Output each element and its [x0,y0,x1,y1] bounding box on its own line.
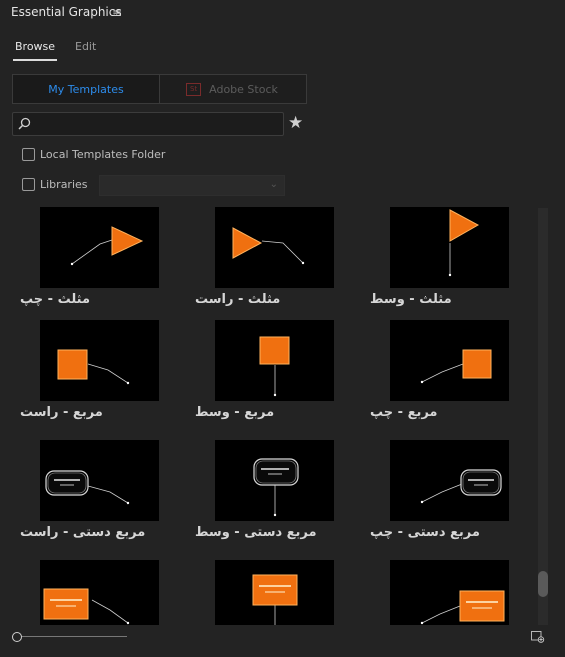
template-thumbnail[interactable] [40,320,159,401]
template-thumbnail[interactable] [40,207,159,288]
active-tab-indicator [13,59,57,61]
thumbnail-size-slider[interactable] [22,636,127,637]
template-name: مثلث - چپ [20,292,91,307]
local-templates-label: Local Templates Folder [40,148,166,161]
template-thumbnail[interactable] [390,560,509,625]
panel-title: Essential Graphics [11,5,122,19]
template-thumbnail[interactable] [215,207,334,288]
scrollbar-thumb[interactable] [538,571,548,597]
template-name: مربع - وسط [195,405,275,420]
template-name: مثلث - وسط [370,292,452,307]
grid-scrollbar[interactable] [538,208,548,625]
template-thumbnail[interactable] [40,440,159,521]
tab-edit[interactable]: Edit [75,40,96,53]
search-icon [18,117,31,130]
local-templates-checkbox[interactable] [22,148,35,161]
template-name: مربع دستی - چپ [370,525,480,540]
template-thumbnail[interactable] [40,560,159,625]
template-name: مربع دستی - راست [20,525,146,540]
my-templates-button[interactable]: My Templates [12,74,160,104]
template-thumbnail[interactable] [390,320,509,401]
template-thumbnail[interactable] [215,560,334,625]
tab-browse[interactable]: Browse [15,40,55,53]
adobe-stock-icon: St [186,82,202,96]
panel-menu-icon[interactable]: ≡ [112,6,122,20]
search-field[interactable] [12,112,284,136]
template-name: مربع - چپ [370,405,438,420]
new-layer-icon[interactable] [531,631,545,643]
my-templates-label: My Templates [48,82,124,96]
template-name: مربع دستی - وسط [195,525,317,540]
template-thumbnail[interactable] [215,320,334,401]
slider-handle[interactable] [12,632,22,642]
template-grid: مثلث - چپ مثلث - راست مثلث - وسط مربع - … [0,207,534,625]
template-thumbnail[interactable] [390,440,509,521]
template-name: مربع - راست [20,405,103,420]
template-name: مثلث - راست [195,292,281,307]
template-thumbnail[interactable] [390,207,509,288]
chevron-down-icon: ⌄ [269,179,278,190]
libraries-checkbox[interactable] [22,178,35,191]
favorites-star-icon[interactable]: ★ [288,113,303,133]
adobe-stock-button[interactable]: St Adobe Stock [159,75,305,103]
libraries-label: Libraries [40,178,88,191]
template-thumbnail[interactable] [215,440,334,521]
adobe-stock-label: Adobe Stock [209,82,278,96]
libraries-dropdown[interactable]: ⌄ [99,175,285,196]
